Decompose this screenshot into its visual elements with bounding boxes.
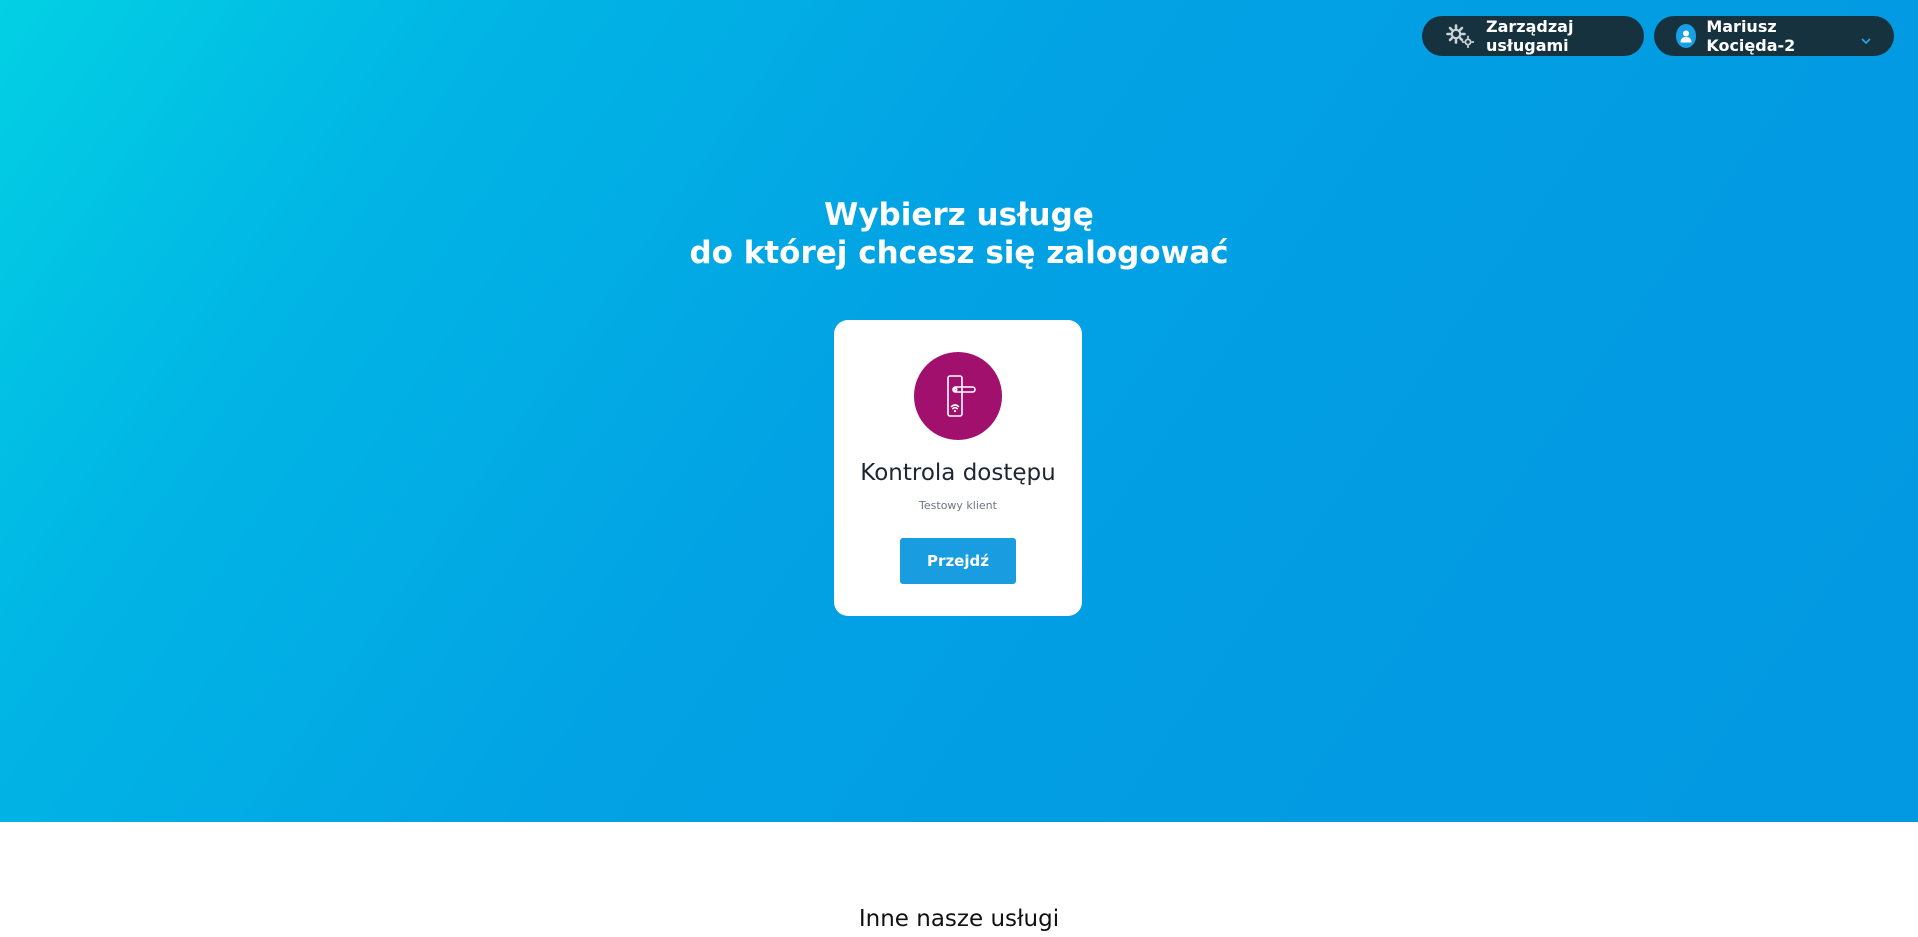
service-title: Kontrola dostępu xyxy=(860,460,1056,486)
chevron-down-icon[interactable] xyxy=(1860,31,1872,45)
user-menu-button[interactable]: Mariusz Kocięda-2 xyxy=(1654,16,1894,56)
service-card: Kontrola dostępu Testowy klient Przejdź xyxy=(834,320,1082,616)
page-title: Wybierz usługę do której chcesz się zalo… xyxy=(0,196,1918,272)
service-client: Testowy klient xyxy=(919,499,997,512)
manage-services-button[interactable]: Zarządzaj usługami xyxy=(1422,16,1644,56)
manage-services-label: Zarządzaj usługami xyxy=(1486,17,1574,55)
top-bar: Zarządzaj usługami Mariusz Kocięda-2 xyxy=(1422,16,1894,56)
page-title-line-1: Wybierz usługę xyxy=(824,197,1094,233)
hero-section: Zarządzaj usługami Mariusz Kocięda-2 Wyb… xyxy=(0,0,1918,822)
door-handle-wifi-icon xyxy=(914,352,1002,440)
user-avatar-icon xyxy=(1676,24,1697,48)
user-name: Mariusz Kocięda-2 xyxy=(1706,17,1796,55)
other-services-heading: Inne nasze usługi xyxy=(858,906,1060,932)
go-button[interactable]: Przejdź xyxy=(900,538,1016,584)
gears-icon xyxy=(1446,24,1476,49)
page-title-line-2: do której chcesz się zalogować xyxy=(689,235,1229,271)
